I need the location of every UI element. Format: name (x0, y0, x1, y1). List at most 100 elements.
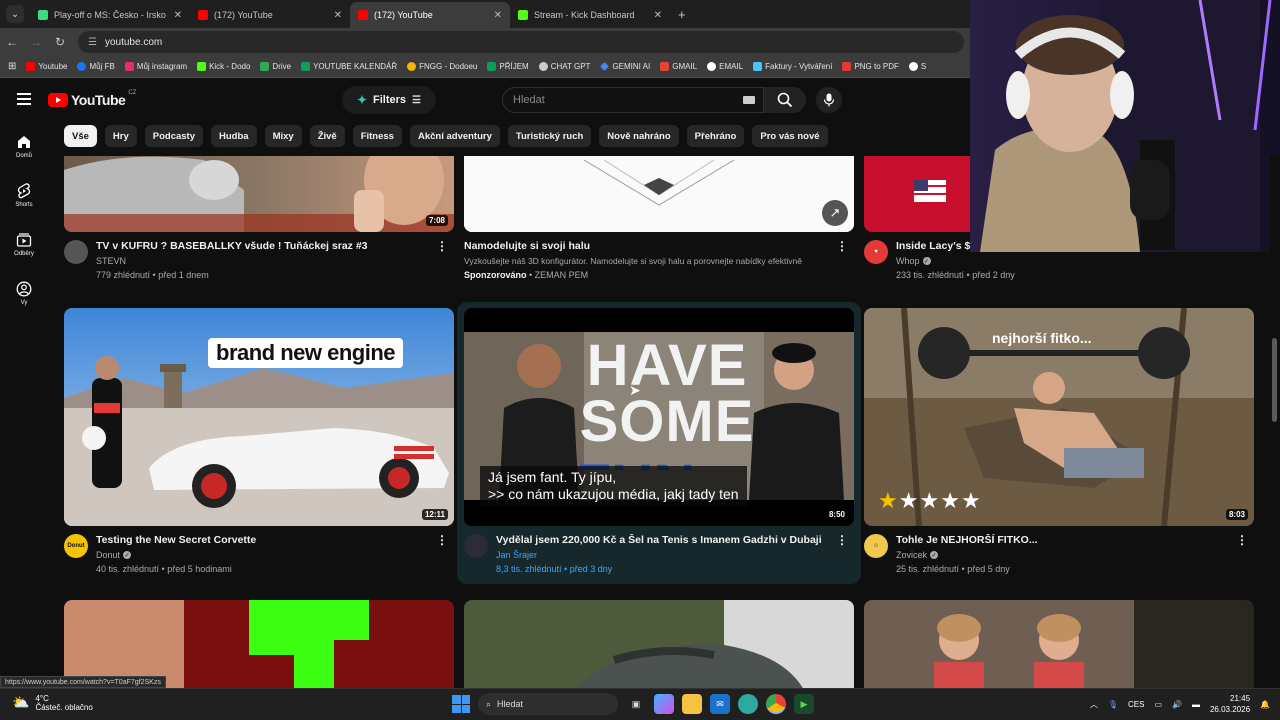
scrollbar-thumb[interactable] (1272, 338, 1277, 422)
bookmark[interactable]: GEMINI AI (600, 62, 650, 71)
copilot-icon[interactable] (654, 694, 674, 714)
bookmark[interactable]: GMAIL (660, 62, 697, 71)
channel-avatar[interactable] (64, 240, 88, 264)
page-scrollbar[interactable] (1270, 156, 1280, 688)
bookmark[interactable]: YOUTUBE KALENDÁŘ (301, 62, 397, 71)
channel-name[interactable]: Jan Šrajer (496, 550, 537, 560)
channel-avatar[interactable]: Donut (64, 534, 88, 558)
notifications-icon[interactable]: 🔔 (1260, 700, 1270, 709)
ad-card[interactable]: ↗ Namodelujte si svoji halu Vyzkoušejte … (464, 156, 854, 280)
menu-icon[interactable] (17, 93, 31, 108)
open-link-icon[interactable]: ↗ (822, 200, 848, 226)
chip-live[interactable]: Živě (309, 125, 345, 147)
bookmark[interactable]: Drive (260, 62, 291, 71)
chip-mixes[interactable]: Mixy (264, 125, 302, 147)
more-actions-icon[interactable]: ⋮ (836, 534, 848, 546)
file-explorer-icon[interactable] (682, 694, 702, 714)
video-card[interactable] (464, 600, 854, 688)
chip-tourism[interactable]: Turistický ruch (507, 125, 592, 147)
edge-icon[interactable] (738, 694, 758, 714)
browser-tab[interactable]: (172) YouTube ✕ (190, 2, 350, 28)
more-actions-icon[interactable]: ⋮ (1236, 534, 1248, 546)
bookmark[interactable]: Youtube (26, 62, 67, 71)
apps-icon[interactable]: ⊞ (8, 61, 16, 72)
forward-icon[interactable]: → (24, 35, 48, 49)
bookmark[interactable]: Můj instagram (124, 62, 187, 71)
video-thumbnail[interactable] (464, 600, 854, 688)
terminal-icon[interactable]: ▶ (794, 694, 814, 714)
chip-watched[interactable]: Přehráno (686, 125, 745, 147)
video-thumbnail[interactable]: 7:08 (64, 156, 454, 232)
chip-recently-uploaded[interactable]: Nově nahráno (599, 125, 679, 147)
windows-start-icon[interactable] (452, 695, 470, 713)
weather-widget[interactable]: ⛅ 4°C Částeč. oblačno (12, 694, 93, 712)
network-icon[interactable]: ▭ (1154, 700, 1162, 709)
video-title[interactable]: Tohle Je NEJHORŠÍ FITKO... (896, 534, 1236, 546)
close-tab-icon[interactable]: ✕ (334, 10, 342, 21)
channel-name[interactable]: Whop (896, 256, 920, 266)
tab-search-button[interactable]: ⌄ (6, 5, 24, 23)
video-title[interactable]: Testing the New Secret Corvette (96, 534, 436, 546)
video-title[interactable]: TV v KUFRU ? BASEBALLKY všude ! Tuňáckej… (96, 240, 436, 252)
clock[interactable]: 21:45 26.03.2026 (1210, 693, 1250, 715)
chrome-icon[interactable] (766, 694, 786, 714)
video-title[interactable]: Vydělal jsem 220,000 Kč a Šel na Tenis s… (496, 534, 836, 546)
reload-icon[interactable]: ↻ (48, 35, 72, 49)
youtube-logo[interactable]: YouTube CZ (48, 90, 136, 108)
bookmark[interactable]: Kick - Dodo (197, 62, 250, 71)
search-button[interactable] (764, 87, 806, 113)
microphone-icon[interactable]: 🎙 (1108, 700, 1118, 709)
channel-name[interactable]: Zovicek (896, 550, 927, 560)
site-info-icon[interactable]: ☰ (88, 37, 97, 48)
chip-games[interactable]: Hry (104, 125, 137, 147)
video-card[interactable]: 7:08 TV v KUFRU ? BASEBALLKY všude ! Tuň… (64, 156, 454, 280)
browser-tab[interactable]: Play-off o MS: Česko - Irsko ✕ (30, 2, 190, 28)
chip-all[interactable]: Vše (64, 125, 97, 147)
language-indicator[interactable]: CES (1128, 700, 1144, 709)
chip-music[interactable]: Hudba (211, 125, 257, 147)
channel-name[interactable]: Donut (96, 550, 120, 560)
bookmark[interactable]: FNGG - Dodoeu (407, 62, 477, 71)
video-card[interactable]: nejhorší fitko... ★★★★★ 8:03 ☺ Tohle Je … (864, 308, 1254, 574)
video-card[interactable] (64, 600, 454, 688)
keyboard-icon[interactable] (743, 96, 755, 104)
chip-podcasts[interactable]: Podcasty (144, 125, 203, 147)
bookmark[interactable]: Můj FB (77, 62, 115, 71)
video-thumbnail[interactable]: nejhorší fitko... ★★★★★ 8:03 (864, 308, 1254, 526)
chip-new-to-you[interactable]: Pro vás nové (752, 125, 828, 147)
close-tab-icon[interactable]: ✕ (654, 10, 662, 21)
back-icon[interactable]: ← (0, 35, 24, 49)
channel-name[interactable]: STEVN (96, 256, 126, 266)
chevron-up-icon[interactable]: ︿ (1090, 699, 1098, 710)
video-card-hovered[interactable]: HAVE SOME FUN Já jsem fant. Ty jípu, >> … (457, 302, 861, 584)
bookmark[interactable]: CHAT GPT (538, 62, 590, 71)
close-tab-icon[interactable]: ✕ (494, 10, 502, 21)
voice-search-button[interactable] (816, 87, 842, 113)
channel-avatar[interactable] (464, 534, 488, 558)
video-thumbnail[interactable] (64, 600, 454, 688)
chip-action-adventure[interactable]: Akční adventury (409, 125, 500, 147)
bookmark[interactable]: PŘÍJEM (487, 62, 529, 71)
url-field[interactable]: ☰ youtube.com (78, 31, 964, 53)
task-view-icon[interactable]: ▣ (626, 694, 646, 714)
more-actions-icon[interactable]: ⋮ (836, 240, 848, 252)
video-thumbnail[interactable]: HAVE SOME FUN Já jsem fant. Ty jípu, >> … (464, 308, 854, 526)
browser-tab[interactable]: Stream - Kick Dashboard ✕ (510, 2, 670, 28)
more-actions-icon[interactable]: ⋮ (436, 240, 448, 252)
bookmark[interactable]: Faktury - Vytváření (753, 62, 832, 71)
search-input[interactable]: Hledat (502, 87, 764, 113)
video-thumbnail[interactable] (864, 600, 1254, 688)
channel-avatar[interactable]: ☺ (864, 534, 888, 558)
volume-icon[interactable]: 🔊 (1172, 700, 1182, 709)
bookmark[interactable]: PNG to PDF (842, 62, 899, 71)
more-actions-icon[interactable]: ⋮ (436, 534, 448, 546)
battery-icon[interactable]: ▬ (1192, 700, 1200, 709)
video-card[interactable]: brand new engine 12:11 Donut Testing the… (64, 308, 454, 574)
bookmark[interactable]: S (908, 62, 926, 71)
browser-tab-active[interactable]: (172) YouTube ✕ (350, 2, 510, 28)
video-thumbnail[interactable]: brand new engine 12:11 (64, 308, 454, 526)
bookmark[interactable]: EMAIL (707, 62, 743, 71)
channel-avatar[interactable]: ♥ (864, 240, 888, 264)
video-card[interactable] (864, 600, 1254, 688)
outlook-icon[interactable]: ✉ (710, 694, 730, 714)
